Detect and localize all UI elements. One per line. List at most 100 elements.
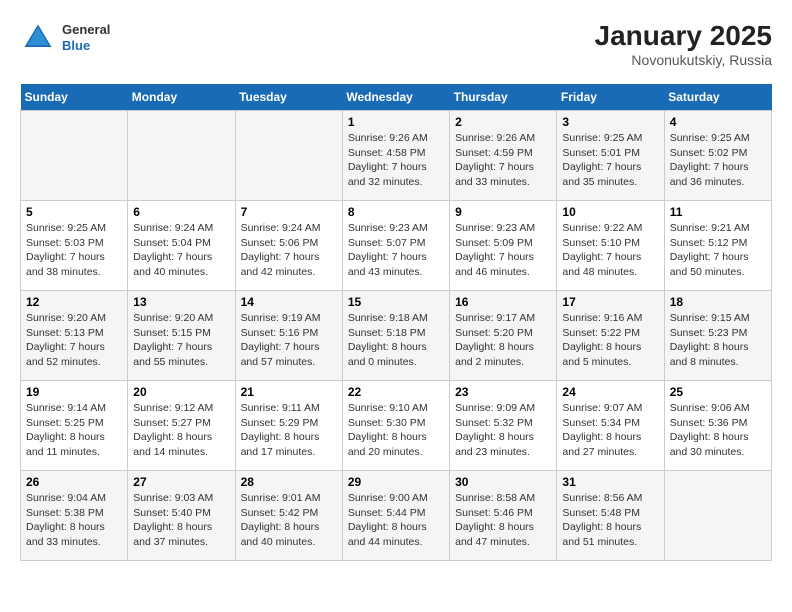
weekday-header: Saturday bbox=[664, 84, 771, 111]
calendar-cell: 18Sunrise: 9:15 AMSunset: 5:23 PMDayligh… bbox=[664, 291, 771, 381]
day-detail: Sunrise: 9:25 AMSunset: 5:02 PMDaylight:… bbox=[670, 131, 766, 190]
day-number: 21 bbox=[241, 385, 337, 399]
calendar-cell bbox=[235, 111, 342, 201]
day-detail: Sunrise: 9:04 AMSunset: 5:38 PMDaylight:… bbox=[26, 491, 122, 550]
calendar-table: SundayMondayTuesdayWednesdayThursdayFrid… bbox=[20, 84, 772, 561]
calendar-week-row: 12 Sunrise: 9:20 AMSunset: 5:13 PMDayligh… bbox=[21, 291, 772, 381]
day-number: 4 bbox=[670, 115, 766, 129]
day-detail: Sunrise: 8:56 AMSunset: 5:48 PMDaylight:… bbox=[562, 491, 658, 550]
page-header: General Blue January 2025 Novonukutskiy,… bbox=[20, 20, 772, 68]
weekday-header-row: SundayMondayTuesdayWednesdayThursdayFrid… bbox=[21, 84, 772, 111]
day-detail: Sunrise: 9:21 AMSunset: 5:12 PMDaylight:… bbox=[670, 221, 766, 280]
day-number: 25 bbox=[670, 385, 766, 399]
day-number: 9 bbox=[455, 205, 551, 219]
day-number: 27 bbox=[133, 475, 229, 489]
day-number: 6 bbox=[133, 205, 229, 219]
day-detail: Sunrise: 9:16 AMSunset: 5:22 PMDaylight:… bbox=[562, 311, 658, 370]
day-detail: Sunrise: 9:17 AMSunset: 5:20 PMDaylight:… bbox=[455, 311, 551, 370]
day-detail: Sunrise: 9:20 AMSunset: 5:13 PMDaylight:… bbox=[26, 311, 122, 370]
calendar-cell: 15 Sunrise: 9:18 AMSunset: 5:18 PMDayligh… bbox=[342, 291, 449, 381]
day-number: 29 bbox=[348, 475, 444, 489]
day-number: 14 bbox=[241, 295, 337, 309]
day-detail: Sunrise: 9:20 AMSunset: 5:15 PMDaylight:… bbox=[133, 311, 229, 370]
calendar-cell: 14 Sunrise: 9:19 AMSunset: 5:16 PMDayligh… bbox=[235, 291, 342, 381]
calendar-location: Novonukutskiy, Russia bbox=[595, 52, 772, 68]
calendar-cell: 27 Sunrise: 9:03 AMSunset: 5:40 PMDayligh… bbox=[128, 471, 235, 561]
calendar-cell: 29 Sunrise: 9:00 AMSunset: 5:44 PMDayligh… bbox=[342, 471, 449, 561]
day-number: 17 bbox=[562, 295, 658, 309]
day-number: 1 bbox=[348, 115, 444, 129]
calendar-cell: 30 Sunrise: 8:58 AMSunset: 5:46 PMDayligh… bbox=[450, 471, 557, 561]
calendar-cell: 25 Sunrise: 9:06 AMSunset: 5:36 PMDayligh… bbox=[664, 381, 771, 471]
calendar-cell: 19Sunrise: 9:14 AMSunset: 5:25 PMDayligh… bbox=[21, 381, 128, 471]
day-number: 8 bbox=[348, 205, 444, 219]
day-detail: Sunrise: 9:19 AMSunset: 5:16 PMDaylight:… bbox=[241, 311, 337, 370]
weekday-header: Friday bbox=[557, 84, 664, 111]
day-detail: Sunrise: 9:14 AMSunset: 5:25 PMDaylight:… bbox=[26, 401, 122, 460]
calendar-cell: 28Sunrise: 9:01 AMSunset: 5:42 PMDayligh… bbox=[235, 471, 342, 561]
day-number: 10 bbox=[562, 205, 658, 219]
calendar-cell: 22Sunrise: 9:10 AMSunset: 5:30 PMDayligh… bbox=[342, 381, 449, 471]
calendar-week-row: 1 Sunrise: 9:26 AMSunset: 4:58 PMDaylight… bbox=[21, 111, 772, 201]
calendar-cell: 21Sunrise: 9:11 AMSunset: 5:29 PMDayligh… bbox=[235, 381, 342, 471]
weekday-header: Monday bbox=[128, 84, 235, 111]
calendar-week-row: 5 Sunrise: 9:25 AMSunset: 5:03 PMDaylight… bbox=[21, 201, 772, 291]
calendar-cell: 17 Sunrise: 9:16 AMSunset: 5:22 PMDayligh… bbox=[557, 291, 664, 381]
day-detail: Sunrise: 9:25 AMSunset: 5:01 PMDaylight:… bbox=[562, 131, 658, 190]
day-number: 15 bbox=[348, 295, 444, 309]
day-detail: Sunrise: 9:24 AMSunset: 5:04 PMDaylight:… bbox=[133, 221, 229, 280]
logo-icon bbox=[20, 20, 56, 56]
day-number: 16 bbox=[455, 295, 551, 309]
calendar-cell: 12 Sunrise: 9:20 AMSunset: 5:13 PMDayligh… bbox=[21, 291, 128, 381]
calendar-cell: 1 Sunrise: 9:26 AMSunset: 4:58 PMDaylight… bbox=[342, 111, 449, 201]
calendar-cell: 4 Sunrise: 9:25 AMSunset: 5:02 PMDaylight… bbox=[664, 111, 771, 201]
day-number: 24 bbox=[562, 385, 658, 399]
weekday-header: Wednesday bbox=[342, 84, 449, 111]
day-number: 7 bbox=[241, 205, 337, 219]
day-detail: Sunrise: 9:06 AMSunset: 5:36 PMDaylight:… bbox=[670, 401, 766, 460]
calendar-cell: 23Sunrise: 9:09 AMSunset: 5:32 PMDayligh… bbox=[450, 381, 557, 471]
calendar-cell: 7 Sunrise: 9:24 AMSunset: 5:06 PMDaylight… bbox=[235, 201, 342, 291]
day-detail: Sunrise: 9:03 AMSunset: 5:40 PMDaylight:… bbox=[133, 491, 229, 550]
day-detail: Sunrise: 9:22 AMSunset: 5:10 PMDaylight:… bbox=[562, 221, 658, 280]
day-number: 13 bbox=[133, 295, 229, 309]
day-detail: Sunrise: 9:12 AMSunset: 5:27 PMDaylight:… bbox=[133, 401, 229, 460]
day-detail: Sunrise: 9:01 AMSunset: 5:42 PMDaylight:… bbox=[241, 491, 337, 550]
day-detail: Sunrise: 9:25 AMSunset: 5:03 PMDaylight:… bbox=[26, 221, 122, 280]
logo-blue: Blue bbox=[62, 38, 110, 54]
day-detail: Sunrise: 9:15 AMSunset: 5:23 PMDaylight:… bbox=[670, 311, 766, 370]
title-block: January 2025 Novonukutskiy, Russia bbox=[595, 20, 772, 68]
weekday-header: Thursday bbox=[450, 84, 557, 111]
calendar-cell: 13 Sunrise: 9:20 AMSunset: 5:15 PMDayligh… bbox=[128, 291, 235, 381]
calendar-cell: 8 Sunrise: 9:23 AMSunset: 5:07 PMDaylight… bbox=[342, 201, 449, 291]
day-detail: Sunrise: 9:00 AMSunset: 5:44 PMDaylight:… bbox=[348, 491, 444, 550]
day-number: 23 bbox=[455, 385, 551, 399]
calendar-week-row: 26 Sunrise: 9:04 AMSunset: 5:38 PMDayligh… bbox=[21, 471, 772, 561]
day-number: 5 bbox=[26, 205, 122, 219]
calendar-cell bbox=[664, 471, 771, 561]
logo: General Blue bbox=[20, 20, 110, 56]
day-detail: Sunrise: 9:26 AMSunset: 4:58 PMDaylight:… bbox=[348, 131, 444, 190]
day-detail: Sunrise: 9:07 AMSunset: 5:34 PMDaylight:… bbox=[562, 401, 658, 460]
calendar-cell bbox=[128, 111, 235, 201]
logo-text: General Blue bbox=[62, 22, 110, 53]
day-number: 11 bbox=[670, 205, 766, 219]
calendar-title: January 2025 bbox=[595, 20, 772, 52]
day-detail: Sunrise: 9:23 AMSunset: 5:07 PMDaylight:… bbox=[348, 221, 444, 280]
day-number: 12 bbox=[26, 295, 122, 309]
calendar-cell: 3Sunrise: 9:25 AMSunset: 5:01 PMDaylight… bbox=[557, 111, 664, 201]
calendar-cell: 9Sunrise: 9:23 AMSunset: 5:09 PMDaylight… bbox=[450, 201, 557, 291]
calendar-cell: 11 Sunrise: 9:21 AMSunset: 5:12 PMDayligh… bbox=[664, 201, 771, 291]
day-detail: Sunrise: 8:58 AMSunset: 5:46 PMDaylight:… bbox=[455, 491, 551, 550]
calendar-cell: 5 Sunrise: 9:25 AMSunset: 5:03 PMDaylight… bbox=[21, 201, 128, 291]
day-detail: Sunrise: 9:26 AMSunset: 4:59 PMDaylight:… bbox=[455, 131, 551, 190]
day-number: 31 bbox=[562, 475, 658, 489]
day-number: 2 bbox=[455, 115, 551, 129]
day-number: 20 bbox=[133, 385, 229, 399]
day-detail: Sunrise: 9:24 AMSunset: 5:06 PMDaylight:… bbox=[241, 221, 337, 280]
day-number: 30 bbox=[455, 475, 551, 489]
day-number: 26 bbox=[26, 475, 122, 489]
calendar-cell: 6 Sunrise: 9:24 AMSunset: 5:04 PMDaylight… bbox=[128, 201, 235, 291]
calendar-cell: 16 Sunrise: 9:17 AMSunset: 5:20 PMDayligh… bbox=[450, 291, 557, 381]
day-detail: Sunrise: 9:18 AMSunset: 5:18 PMDaylight:… bbox=[348, 311, 444, 370]
